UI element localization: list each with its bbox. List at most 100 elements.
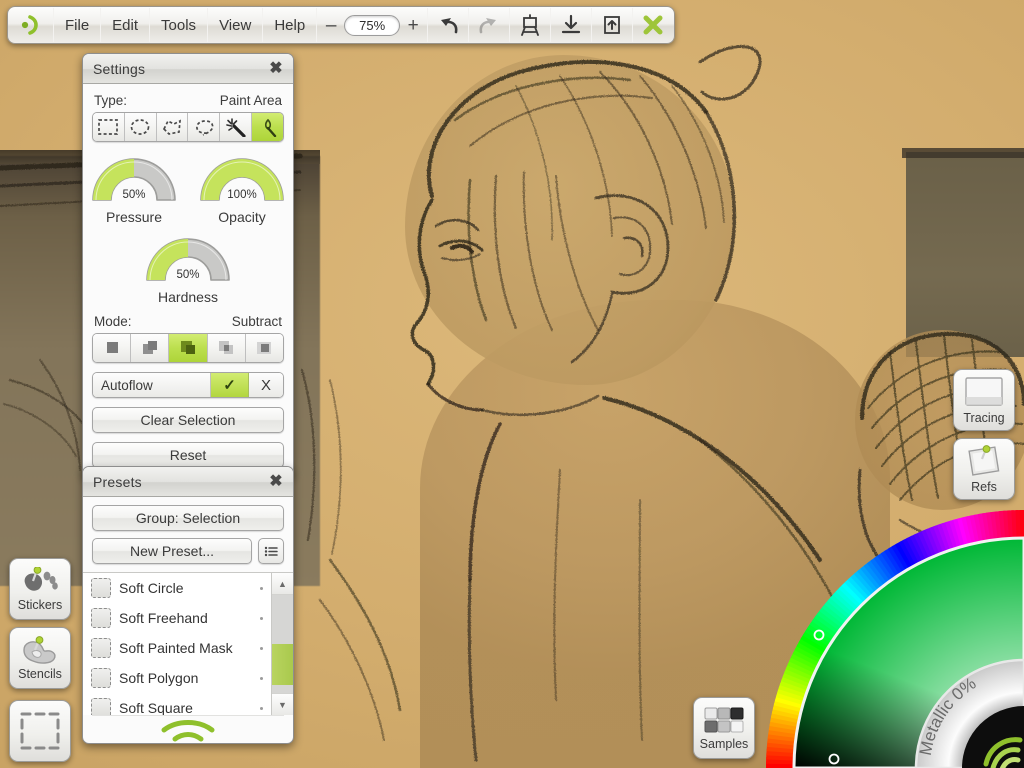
list-item[interactable]: Soft Square — [83, 693, 271, 715]
app-logo-icon[interactable] — [9, 8, 54, 42]
mode-row-labels: Mode: Subtract — [94, 314, 282, 329]
stencil-pin-icon — [23, 635, 56, 664]
preset-label: Soft Square — [119, 700, 193, 715]
list-item[interactable]: Soft Polygon — [83, 663, 271, 693]
paint-area-icon[interactable] — [252, 113, 283, 141]
preset-label: Soft Polygon — [119, 670, 199, 686]
preset-thumb-icon — [91, 608, 111, 628]
presets-close-icon[interactable]: ✖ — [267, 473, 285, 491]
reset-button[interactable]: Reset — [92, 442, 284, 468]
redo-icon[interactable] — [469, 8, 511, 42]
scrollbar-track[interactable] — [272, 595, 293, 693]
menu-help[interactable]: Help — [263, 8, 318, 42]
menu-edit[interactable]: Edit — [101, 8, 151, 42]
mode-intersect-icon[interactable] — [207, 334, 246, 362]
scrollbar-thumb[interactable] — [272, 644, 293, 686]
export-icon[interactable] — [592, 8, 634, 42]
undo-icon[interactable] — [428, 8, 470, 42]
clear-selection-button[interactable]: Clear Selection — [92, 407, 284, 433]
sticker-pin-icon — [24, 566, 58, 591]
mode-label: Mode: — [94, 314, 132, 329]
gauge-pressure[interactable]: 50% Pressure — [87, 153, 181, 225]
samples-button[interactable]: Samples — [693, 697, 755, 759]
tracing-label: Tracing — [963, 410, 1005, 425]
preset-marker-icon — [260, 646, 263, 650]
main-toolbar[interactable]: File Edit Tools View Help – 75% + — [7, 6, 676, 44]
gauge-hardness-value: 50% — [176, 269, 200, 281]
list-item[interactable]: Soft Freehand — [83, 603, 271, 633]
settings-panel-titlebar[interactable]: Settings ✖ — [83, 54, 293, 84]
stickers-label: Stickers — [17, 597, 63, 612]
type-row-labels: Type: Paint Area — [94, 93, 282, 108]
mode-subtract-icon[interactable] — [169, 334, 208, 362]
mode-toolbar[interactable] — [92, 333, 284, 363]
autoflow-no-button[interactable]: X — [249, 373, 283, 397]
preset-list-scrollbar[interactable]: ▲ ▼ — [271, 573, 293, 715]
settings-close-icon[interactable]: ✖ — [267, 60, 285, 78]
gauge-opacity-label: Opacity — [218, 209, 266, 225]
menu-tools[interactable]: Tools — [150, 8, 209, 42]
gauge-hardness-label: Hardness — [158, 289, 218, 305]
zoom-in-button[interactable]: + — [405, 16, 421, 35]
autoflow-yes-button[interactable]: ✓ — [211, 373, 249, 397]
mode-section: Mode: Subtract — [92, 314, 284, 363]
menu-view[interactable]: View — [208, 8, 264, 42]
new-preset-button[interactable]: New Preset... — [92, 538, 252, 564]
presets-panel[interactable]: Presets ✖ Group: Selection New Preset...… — [82, 466, 294, 744]
preset-list-container[interactable]: Soft Circle Soft Freehand Soft Painted M… — [83, 572, 293, 715]
menu-file[interactable]: File — [54, 8, 102, 42]
preset-marker-icon — [260, 676, 263, 680]
reference-pin-icon — [968, 444, 1000, 476]
stickers-button[interactable]: Stickers — [9, 558, 71, 620]
gauge-group: 50% Pressure 100% Opacity 50% Hardness — [92, 153, 284, 305]
preset-label: Soft Painted Mask — [119, 640, 233, 656]
close-icon[interactable] — [633, 8, 673, 42]
tracing-button[interactable]: Tracing — [953, 369, 1015, 431]
rect-select-icon[interactable] — [93, 113, 125, 141]
ellipse-select-icon[interactable] — [124, 113, 157, 141]
preset-list[interactable]: Soft Circle Soft Freehand Soft Painted M… — [83, 573, 271, 715]
gauge-opacity-value: 100% — [227, 189, 257, 201]
polygon-select-icon[interactable] — [156, 113, 189, 141]
gauge-pressure-label: Pressure — [105, 209, 163, 225]
gauge-opacity[interactable]: 100% Opacity — [195, 153, 289, 225]
list-item[interactable]: Soft Circle — [83, 573, 271, 603]
tracing-page-icon — [965, 376, 1003, 406]
presets-footer — [92, 715, 284, 743]
swatch-grid-icon — [704, 707, 744, 732]
zoom-control[interactable]: – 75% + — [317, 8, 429, 42]
list-menu-icon[interactable] — [258, 538, 284, 564]
scroll-down-icon[interactable]: ▼ — [272, 693, 293, 715]
selection-button[interactable] — [9, 700, 71, 762]
preset-marker-icon — [260, 586, 263, 590]
refs-label: Refs — [971, 479, 997, 494]
scroll-up-icon[interactable]: ▲ — [272, 573, 293, 595]
easel-icon[interactable] — [510, 8, 552, 42]
autoflow-row[interactable]: Autoflow ✓ X — [92, 372, 284, 398]
color-picker-wheel[interactable]: Metallic 0% — [762, 510, 1024, 768]
type-value: Paint Area — [219, 93, 282, 108]
lasso-select-icon[interactable] — [188, 113, 221, 141]
preset-group-button[interactable]: Group: Selection — [92, 505, 284, 531]
list-item[interactable]: Soft Painted Mask — [83, 633, 271, 663]
refs-button[interactable]: Refs — [953, 438, 1015, 500]
import-icon[interactable] — [551, 8, 593, 42]
mode-add-icon[interactable] — [131, 334, 170, 362]
zoom-out-button[interactable]: – — [323, 16, 339, 35]
mode-replace-icon[interactable] — [93, 334, 132, 362]
presets-panel-title: Presets — [93, 473, 142, 490]
selection-type-toolbar[interactable] — [92, 112, 284, 142]
presets-panel-titlebar[interactable]: Presets ✖ — [83, 467, 293, 497]
preset-thumb-icon — [91, 578, 111, 598]
magic-wand-icon[interactable] — [220, 113, 253, 141]
settings-panel-title: Settings — [93, 60, 146, 77]
dashed-selection-icon — [20, 712, 60, 750]
stencils-label: Stencils — [18, 666, 62, 681]
stencils-button[interactable]: Stencils — [9, 627, 71, 689]
settings-panel[interactable]: Settings ✖ Type: Paint Area 50% Pressure… — [82, 53, 294, 478]
gauge-hardness[interactable]: 50% Hardness — [141, 233, 235, 305]
zoom-level-field[interactable]: 75% — [344, 14, 401, 36]
mode-invert-icon[interactable] — [245, 334, 283, 362]
mode-value: Subtract — [231, 314, 282, 329]
preset-thumb-icon — [91, 698, 111, 715]
